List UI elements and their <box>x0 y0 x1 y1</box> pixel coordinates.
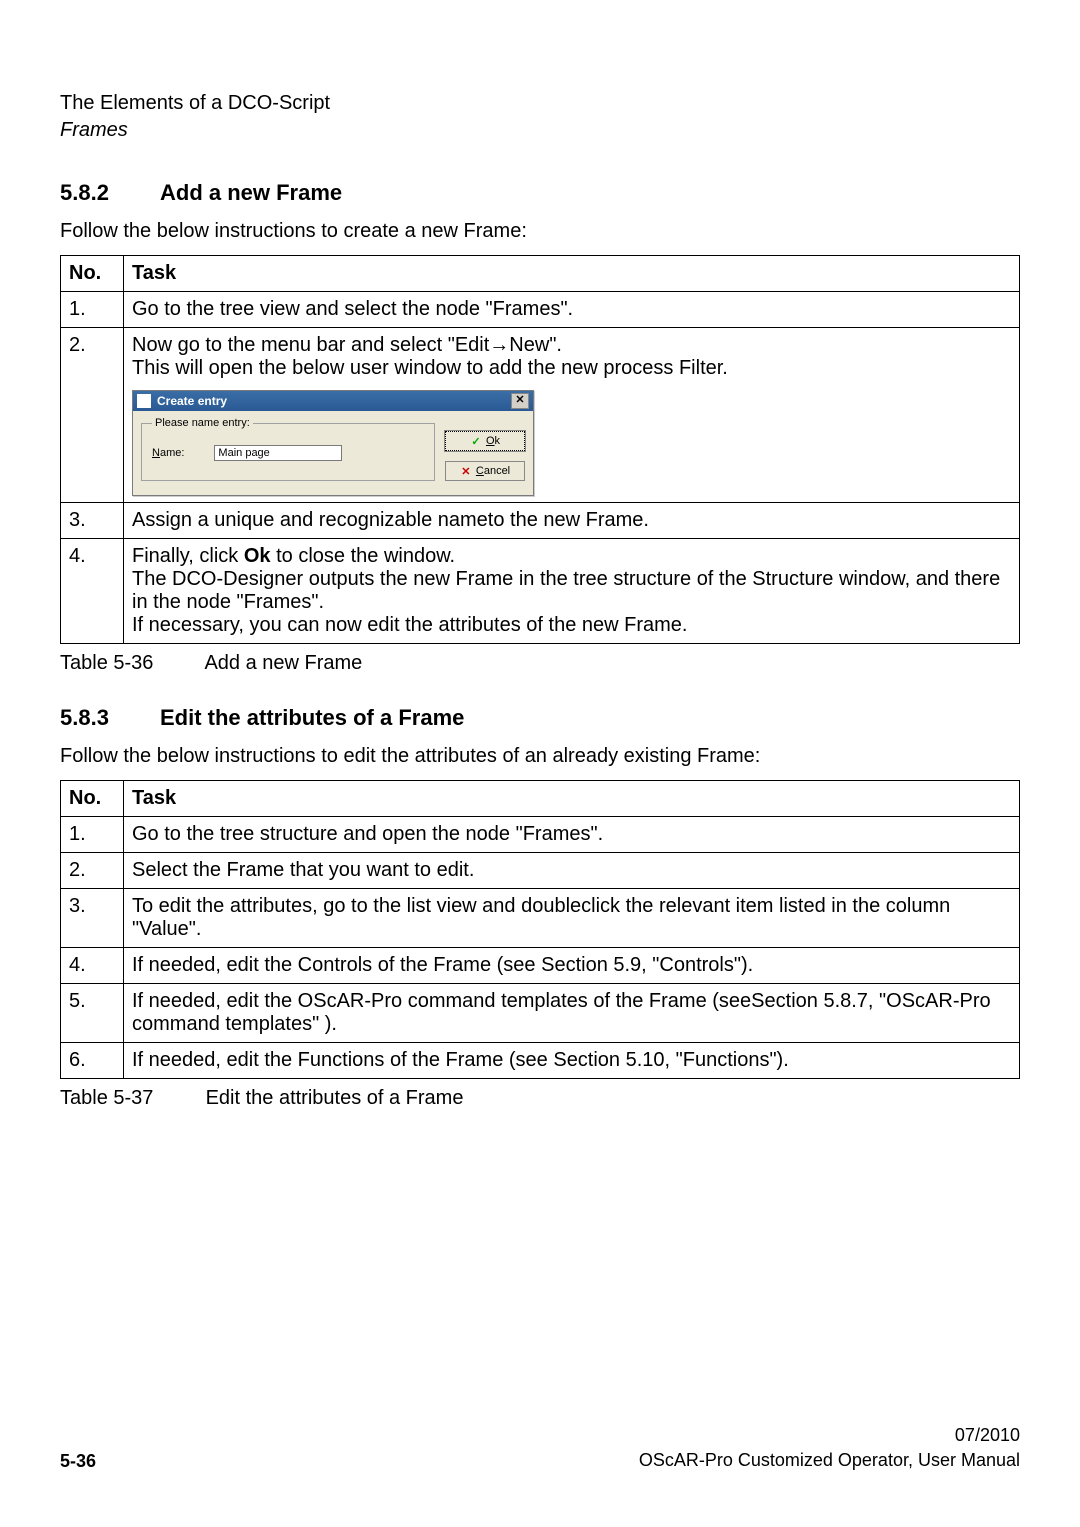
footer-doc: OScAR-Pro Customized Operator, User Manu… <box>639 1448 1020 1472</box>
dialog-button-column: ✓ Ok ✕ Cancel <box>445 417 525 481</box>
dialog-legend: Please name entry: <box>152 417 253 429</box>
cancel-ul: C <box>476 465 484 477</box>
ok-ul: O <box>486 435 495 447</box>
table-row: 2. Now go to the menu bar and select "Ed… <box>61 328 1020 503</box>
table-row: 4. If needed, edit the Controls of the F… <box>61 948 1020 984</box>
cell-no: 3. <box>61 889 124 948</box>
page: The Elements of a DCO-Script Frames 5.8.… <box>0 0 1080 1527</box>
close-icon[interactable]: ✕ <box>511 393 529 409</box>
running-header-subtitle: Frames <box>60 117 1020 144</box>
cell-no: 1. <box>61 817 124 853</box>
section-title: Edit the attributes of a Frame <box>160 705 464 731</box>
name-label-rest: ame: <box>160 447 184 459</box>
cell-task: Now go to the menu bar and select "Edit→… <box>124 328 1020 503</box>
name-input[interactable] <box>214 445 342 461</box>
ok-button[interactable]: ✓ Ok <box>445 431 525 451</box>
footer-right: 07/2010 OScAR-Pro Customized Operator, U… <box>639 1423 1020 1472</box>
table-row: 1. Go to the tree view and select the no… <box>61 292 1020 328</box>
section-number: 5.8.2 <box>60 180 160 206</box>
table-caption-537: Table 5-37 Edit the attributes of a Fram… <box>60 1087 1020 1110</box>
running-header: The Elements of a DCO-Script Frames <box>60 90 1020 144</box>
r4a-bold: Ok <box>244 545 271 567</box>
caption-text: Add a new Frame <box>204 652 362 674</box>
table-caption-536: Table 5-36 Add a new Frame <box>60 652 1020 675</box>
cell-text-line: This will open the below user window to … <box>132 357 1011 380</box>
section-heading-583: 5.8.3 Edit the attributes of a Frame <box>60 705 1020 731</box>
cell-text-line: Finally, click Ok to close the window. <box>132 545 1011 568</box>
caption-label: Table 5-37 <box>60 1087 200 1110</box>
table-row: 5. If needed, edit the OScAR-Pro command… <box>61 984 1020 1043</box>
table-row: 3. Assign a unique and recognizable name… <box>61 503 1020 539</box>
x-icon: ✕ <box>460 465 472 477</box>
dialog-fieldset: Please name entry: Name: <box>141 417 435 481</box>
cancel-button[interactable]: ✕ Cancel <box>445 461 525 481</box>
table-row: 2. Select the Frame that you want to edi… <box>61 853 1020 889</box>
cell-no: 4. <box>61 539 124 644</box>
cell-text-line: Now go to the menu bar and select "Edit→… <box>132 334 1011 357</box>
section-title: Add a new Frame <box>160 180 342 206</box>
dialog-name-row: Name: <box>152 445 424 461</box>
section1-intro: Follow the below instructions to create … <box>60 220 1020 243</box>
th-task: Task <box>124 256 1020 292</box>
table-row: 4. Finally, click Ok to close the window… <box>61 539 1020 644</box>
r4a-post: to close the window. <box>271 545 456 567</box>
section-number: 5.8.3 <box>60 705 160 731</box>
cancel-rest: ancel <box>484 465 510 477</box>
cell-task: Select the Frame that you want to edit. <box>124 853 1020 889</box>
th-task: Task <box>124 781 1020 817</box>
caption-label: Table 5-36 <box>60 652 200 675</box>
table-header-row: No. Task <box>61 256 1020 292</box>
section-heading-582: 5.8.2 Add a new Frame <box>60 180 1020 206</box>
name-label: Name: <box>152 447 184 459</box>
cell-task: If needed, edit the Functions of the Fra… <box>124 1043 1020 1079</box>
table-header-row: No. Task <box>61 781 1020 817</box>
cell-text-line: The DCO-Designer outputs the new Frame i… <box>132 568 1011 614</box>
cell-no: 5. <box>61 984 124 1043</box>
name-label-ul: N <box>152 447 160 459</box>
cell-no: 4. <box>61 948 124 984</box>
dialog-body: Please name entry: Name: ✓ Ok <box>133 411 533 495</box>
cell-task: If needed, edit the Controls of the Fram… <box>124 948 1020 984</box>
ok-label: Ok <box>486 435 500 447</box>
cell-task: If needed, edit the OScAR-Pro command te… <box>124 984 1020 1043</box>
r4a-pre: Finally, click <box>132 545 244 567</box>
running-header-title: The Elements of a DCO-Script <box>60 90 1020 117</box>
table-edit-frame: No. Task 1. Go to the tree structure and… <box>60 780 1020 1079</box>
table-row: 3. To edit the attributes, go to the lis… <box>61 889 1020 948</box>
table-row: 1. Go to the tree structure and open the… <box>61 817 1020 853</box>
cell-task: Assign a unique and recognizable nameto … <box>124 503 1020 539</box>
cell-text-line: If necessary, you can now edit the attri… <box>132 614 1011 637</box>
table-add-frame: No. Task 1. Go to the tree view and sele… <box>60 255 1020 644</box>
cell-no: 3. <box>61 503 124 539</box>
cell-task: Finally, click Ok to close the window. T… <box>124 539 1020 644</box>
dialog-app-icon <box>137 394 151 408</box>
cell-task: Go to the tree structure and open the no… <box>124 817 1020 853</box>
cell-no: 1. <box>61 292 124 328</box>
page-number: 5-36 <box>60 1451 96 1472</box>
footer-date: 07/2010 <box>639 1423 1020 1447</box>
table-row: 6. If needed, edit the Functions of the … <box>61 1043 1020 1079</box>
cell-no: 6. <box>61 1043 124 1079</box>
check-icon: ✓ <box>470 435 482 447</box>
caption-text: Edit the attributes of a Frame <box>206 1087 464 1109</box>
cell-no: 2. <box>61 853 124 889</box>
page-footer: 5-36 07/2010 OScAR-Pro Customized Operat… <box>60 1423 1020 1472</box>
cell-task: To edit the attributes, go to the list v… <box>124 889 1020 948</box>
dialog-title: Create entry <box>157 394 511 408</box>
section2-intro: Follow the below instructions to edit th… <box>60 745 1020 768</box>
ok-rest: k <box>495 435 501 447</box>
th-no: No. <box>61 256 124 292</box>
cell-no: 2. <box>61 328 124 503</box>
cell-task: Go to the tree view and select the node … <box>124 292 1020 328</box>
create-entry-dialog: Create entry ✕ Please name entry: Name: <box>132 390 534 496</box>
dialog-titlebar: Create entry ✕ <box>133 391 533 411</box>
cancel-label: Cancel <box>476 465 510 477</box>
th-no: No. <box>61 781 124 817</box>
